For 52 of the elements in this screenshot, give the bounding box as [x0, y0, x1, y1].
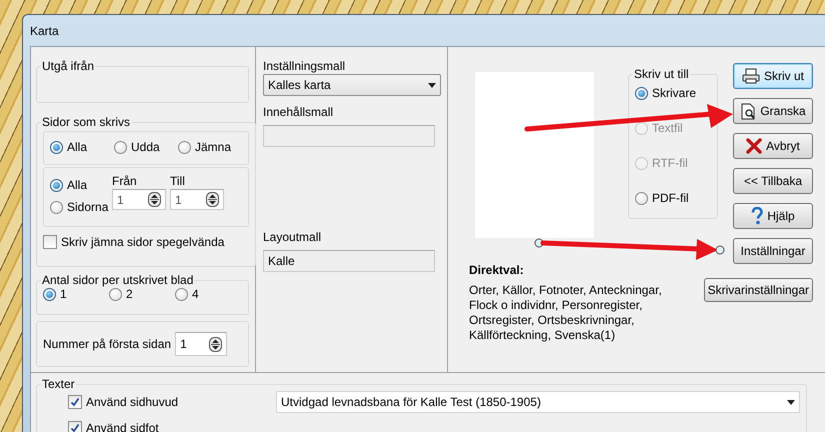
window-title: Karta: [30, 24, 59, 38]
radio-button[interactable]: Alla: [50, 140, 88, 154]
radio-button[interactable]: 2: [109, 287, 133, 301]
selection-summary: Orter, Källor, Fotnoter, Anteckningar, Flock o individnr, Personregister, Ortsregister, Ortsbeskrivningar, Källförteckning, Svenska(1): [469, 283, 663, 343]
number-field[interactable]: 1: [170, 189, 224, 210]
check-mark-icon: [70, 397, 80, 407]
spin-icon: [148, 192, 161, 207]
section-title: Direktval:: [469, 263, 525, 277]
group-label: Sidor som skrivs: [41, 115, 132, 129]
page-magnifier-icon: [740, 102, 756, 120]
spin-icon: [209, 336, 222, 352]
printer-icon: [742, 68, 760, 84]
group-label: Skriv ut till: [633, 67, 690, 81]
dropdown[interactable]: Kalles karta: [263, 74, 441, 96]
field-label: Inställningsmall: [263, 59, 346, 73]
radio-button[interactable]: Alla: [50, 178, 88, 192]
field-label: Nummer på första sidan: [43, 337, 172, 351]
group-label: Utgå ifrån: [41, 59, 96, 73]
dropdown[interactable]: Utvidgad levnadsbana för Kalle Test (1850-1905): [276, 391, 800, 413]
check-mark-icon: [70, 423, 80, 432]
group-label: Texter: [41, 377, 76, 391]
number-field[interactable]: 1: [175, 332, 228, 356]
question-mark-icon: [751, 207, 764, 225]
field-label: Från: [112, 174, 138, 188]
radio-button[interactable]: Udda: [114, 140, 160, 154]
group-label: Antal sidor per utskrivet blad: [41, 273, 194, 287]
number-field[interactable]: 1: [112, 189, 166, 210]
checkbox[interactable]: Använd sidfot: [68, 421, 159, 432]
checkbox[interactable]: Använd sidhuvud: [68, 395, 178, 409]
radio-button[interactable]: Jämna: [178, 140, 232, 154]
button[interactable]: Skrivarinställningar: [704, 278, 813, 302]
field-label: Layoutmall: [263, 230, 322, 244]
cross-icon: [746, 138, 762, 154]
field-label: Innehållsmall: [263, 105, 334, 119]
button[interactable]: Hjälp: [733, 203, 813, 229]
button[interactable]: Inställningar: [733, 238, 813, 264]
caret-icon: [428, 82, 436, 88]
button[interactable]: Avbryt: [733, 133, 813, 159]
radio-button[interactable]: 1: [43, 287, 67, 301]
radio-button[interactable]: PDF-fil: [635, 191, 689, 205]
button[interactable]: Granska: [733, 98, 813, 124]
field-label: Till: [170, 174, 186, 188]
text-field[interactable]: Kalle: [263, 250, 435, 272]
checkbox[interactable]: Skriv jämna sidor spegelvända: [43, 235, 224, 249]
radio-button[interactable]: 4: [175, 287, 199, 301]
radio-button[interactable]: Skrivare: [635, 86, 696, 100]
caret-icon: [787, 400, 795, 404]
spin-icon: [206, 192, 219, 207]
text-field[interactable]: [263, 125, 435, 147]
radio-button[interactable]: Sidorna: [50, 200, 108, 214]
button[interactable]: Skriv ut: [733, 63, 813, 89]
button[interactable]: << Tillbaka: [733, 168, 813, 194]
